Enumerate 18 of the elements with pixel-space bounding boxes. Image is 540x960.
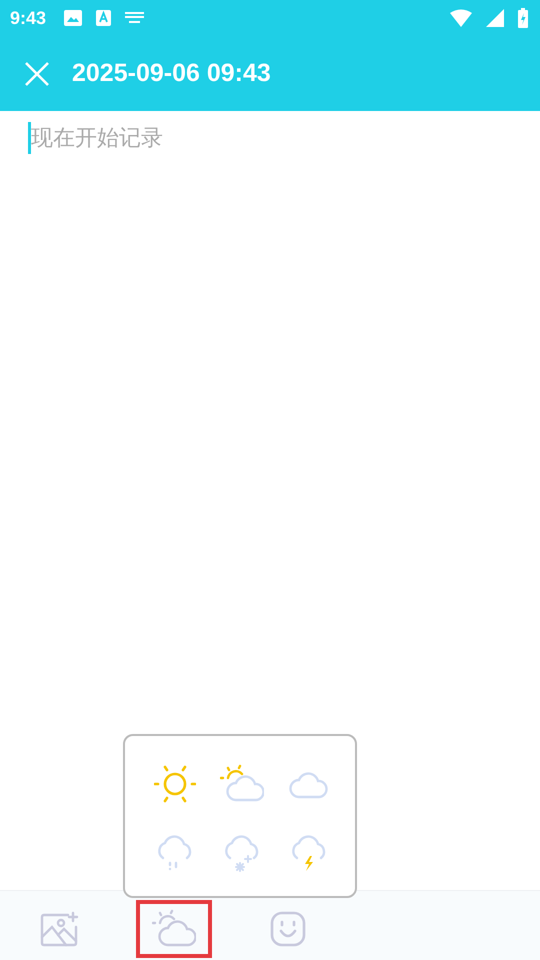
battery-charging-icon	[518, 8, 528, 28]
add-image-icon	[40, 910, 80, 946]
entry-date-title: 2025-09-06 09:43	[72, 59, 271, 88]
weather-icon	[152, 908, 196, 948]
image-icon	[64, 10, 82, 26]
diary-text-field[interactable]: 现在开始记录	[31, 121, 520, 163]
font-icon	[96, 10, 112, 26]
signal-icon	[486, 9, 504, 27]
sun-icon	[154, 764, 196, 804]
weather-button[interactable]	[136, 900, 212, 958]
status-time: 9:43	[10, 8, 46, 28]
keyboard-icon	[125, 12, 144, 24]
smiley-icon	[270, 910, 306, 946]
sun-behind-cloud-icon	[220, 764, 264, 804]
text-cursor	[28, 122, 31, 154]
close-icon	[24, 60, 50, 86]
close-button[interactable]	[24, 60, 50, 86]
wifi-icon	[450, 9, 472, 27]
